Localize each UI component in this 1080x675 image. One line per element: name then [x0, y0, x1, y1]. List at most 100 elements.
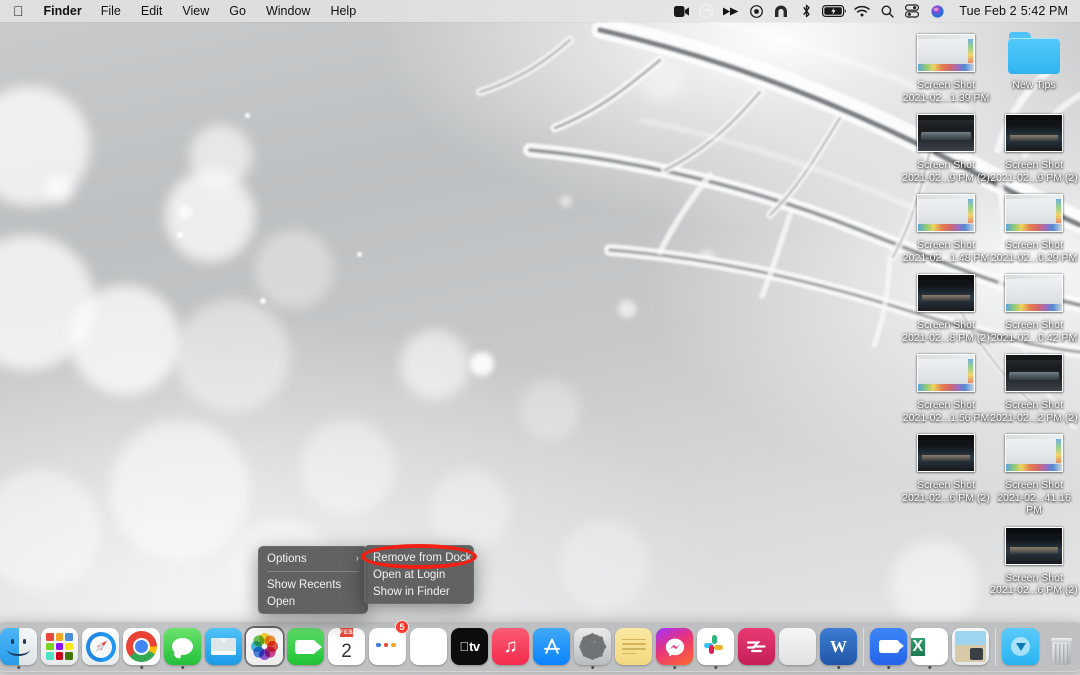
desktop-icon-folder-new-tips[interactable]: New Tips: [990, 24, 1078, 104]
desktop-icon-screenshot[interactable]: Screen Shot2021-02...2 PM (2): [990, 344, 1078, 424]
photos-icon: [246, 628, 283, 665]
desktop-icon-screenshot[interactable]: Screen Shot2021-02...1.56 PM: [902, 344, 990, 424]
messenger-icon: [656, 628, 693, 665]
context-menu-item-show-recents[interactable]: Show Recents: [258, 576, 368, 593]
context-menu-item-open[interactable]: Open: [258, 593, 368, 610]
menu-item-go[interactable]: Go: [219, 0, 256, 22]
dock-item-slack[interactable]: [695, 621, 736, 672]
airpods-icon[interactable]: [769, 0, 793, 22]
menu-bar-date[interactable]: Tue Feb 2: [950, 4, 1019, 18]
desktop-icon-screenshot[interactable]: Screen Shot2021-02...1.39 PM: [902, 24, 990, 104]
dock-item-system-preferences[interactable]: [572, 621, 613, 672]
running-indicator: [887, 666, 891, 670]
bokeh-circle: [430, 470, 510, 550]
appstore-icon: [533, 628, 570, 665]
menu-item-edit[interactable]: Edit: [131, 0, 173, 22]
dock[interactable]: FEB 2 5 tv ♫: [0, 621, 1080, 672]
desktop-icon-screenshot[interactable]: Screen Shot2021-02...0.42 PM: [990, 264, 1078, 344]
zoom-meeting-icon[interactable]: [669, 0, 693, 22]
dock-item-chrome[interactable]: [121, 621, 162, 672]
apple-menu-icon[interactable]: : [0, 0, 35, 22]
menu-item-window[interactable]: Window: [256, 0, 320, 22]
dock-context-menu[interactable]: Options › Show Recents Open: [258, 546, 368, 614]
battery-charging-icon[interactable]: [819, 0, 849, 22]
desktop-icon-label: Screen Shot2021-02...2 PM (2): [990, 399, 1078, 424]
spotlight-search-icon[interactable]: [875, 0, 899, 22]
dock-item-notes[interactable]: [408, 621, 449, 672]
dock-item-messages[interactable]: [162, 621, 203, 672]
fastforward-icon[interactable]: [719, 0, 743, 22]
desktop-icon-screenshot[interactable]: Screen Shot2021-02...41.16 PM: [990, 424, 1078, 517]
desktop-icon-label: Screen Shot2021-02...1.48 PM: [903, 239, 989, 264]
desktop-icon-screenshot[interactable]: Screen Shot2021-02...9 PM (2): [902, 104, 990, 184]
cleanmymac-icon[interactable]: [694, 0, 718, 22]
desktop-icon-screenshot[interactable]: Screen Shot2021-02...9 PM (2): [990, 104, 1078, 184]
dock-item-messenger[interactable]: [654, 621, 695, 672]
dock-item-reminders[interactable]: 5: [367, 621, 408, 672]
screenshot-thumbnail: [1005, 270, 1063, 316]
dock-item-facetime[interactable]: [285, 621, 326, 672]
dock-item-photos[interactable]: [244, 621, 285, 672]
finder-icon: [0, 628, 37, 665]
menu-item-view[interactable]: View: [172, 0, 219, 22]
dock-item-music[interactable]: ♫: [490, 621, 531, 672]
excel-icon: X: [911, 628, 948, 665]
context-menu-item-remove-from-dock[interactable]: Remove from Dock: [364, 549, 474, 566]
chevron-right-icon: ›: [356, 553, 359, 564]
desktop-icon-label: Screen Shot2021-02...8 PM (2): [902, 319, 990, 344]
bokeh-dot: [260, 298, 266, 304]
menu-item-finder[interactable]: Finder: [35, 0, 91, 22]
slack-icon: [697, 628, 734, 665]
screen-record-icon[interactable]: [744, 0, 768, 22]
dock-item-mail[interactable]: [203, 621, 244, 672]
menu-bar-left:  Finder File Edit View Go Window Help: [0, 0, 366, 22]
desktop-icon-label: Screen Shot2021-02...0.42 PM: [991, 319, 1077, 344]
desktop-icon-grid: Screen Shot2021-02...1.39 PM New Tips Sc…: [902, 24, 1078, 597]
dock-item-preview[interactable]: [950, 621, 991, 672]
control-center-icon[interactable]: [900, 0, 924, 22]
menu-bar-status-area: Tue Feb 2 5:42 PM: [669, 0, 1080, 22]
wifi-icon[interactable]: [850, 0, 874, 22]
siri-icon[interactable]: [925, 0, 949, 22]
dock-item-finder[interactable]: [0, 621, 39, 672]
desktop-icon-screenshot[interactable]: Screen Shot2021-02...0.29 PM: [990, 184, 1078, 264]
context-menu-item-open-at-login[interactable]: Open at Login: [364, 566, 474, 583]
desktop-icon-screenshot[interactable]: Screen Shot2021-02...6 PM (2): [902, 424, 990, 517]
dock-item-stickies[interactable]: [613, 621, 654, 672]
menu-bar-time[interactable]: 5:42 PM: [1021, 4, 1071, 18]
bokeh-circle: [255, 230, 333, 308]
desktop-icon-screenshot[interactable]: Screen Shot2021-02...1.48 PM: [902, 184, 990, 264]
bokeh-circle: [175, 300, 290, 412]
dock-item-excel[interactable]: X: [909, 621, 950, 672]
dock-item-safari[interactable]: [80, 621, 121, 672]
context-menu-separator: [267, 571, 359, 572]
desktop-icon-label: Screen Shot2021-02...6 PM (2): [902, 479, 990, 504]
bluetooth-icon[interactable]: [794, 0, 818, 22]
menu-item-help[interactable]: Help: [320, 0, 366, 22]
context-menu-item-options[interactable]: Options ›: [258, 550, 368, 567]
dock-item-cleanmymac[interactable]: [736, 621, 777, 672]
desktop-icon-screenshot[interactable]: Screen Shot2021-02...8 PM (2): [902, 264, 990, 344]
context-menu-item-label: Open: [267, 596, 295, 608]
desktop-icon-label: Screen Shot2021-02...0.29 PM: [991, 239, 1077, 264]
dock-item-downloads[interactable]: [1000, 621, 1041, 672]
dock-item-trash[interactable]: [1041, 621, 1080, 672]
menu-bar[interactable]:  Finder File Edit View Go Window Help: [0, 0, 1080, 22]
menu-item-file[interactable]: File: [91, 0, 131, 22]
dock-item-zoom[interactable]: [868, 621, 909, 672]
desktop-icon-label: Screen Shot2021-02...41.16 PM: [990, 479, 1078, 517]
dock-item-appletv[interactable]: tv: [449, 621, 490, 672]
context-menu-item-show-in-finder[interactable]: Show in Finder: [364, 583, 474, 600]
dock-item-launchpad[interactable]: [39, 621, 80, 672]
zoom-icon: [870, 628, 907, 665]
dock-item-appstore[interactable]: [531, 621, 572, 672]
bokeh-circle: [70, 285, 180, 395]
cleanmymac-icon: [738, 628, 775, 665]
dock-item-calendar[interactable]: FEB 2: [326, 621, 367, 672]
facetime-icon: [287, 628, 324, 665]
context-menu-item-label: Remove from Dock: [373, 552, 471, 564]
desktop-icon-screenshot[interactable]: Screen Shot2021-02...6 PM (2): [990, 517, 1078, 597]
dock-context-submenu[interactable]: Remove from Dock Open at Login Show in F…: [364, 545, 474, 604]
dock-item-word[interactable]: W: [818, 621, 859, 672]
dock-item-calculator[interactable]: [777, 621, 818, 672]
